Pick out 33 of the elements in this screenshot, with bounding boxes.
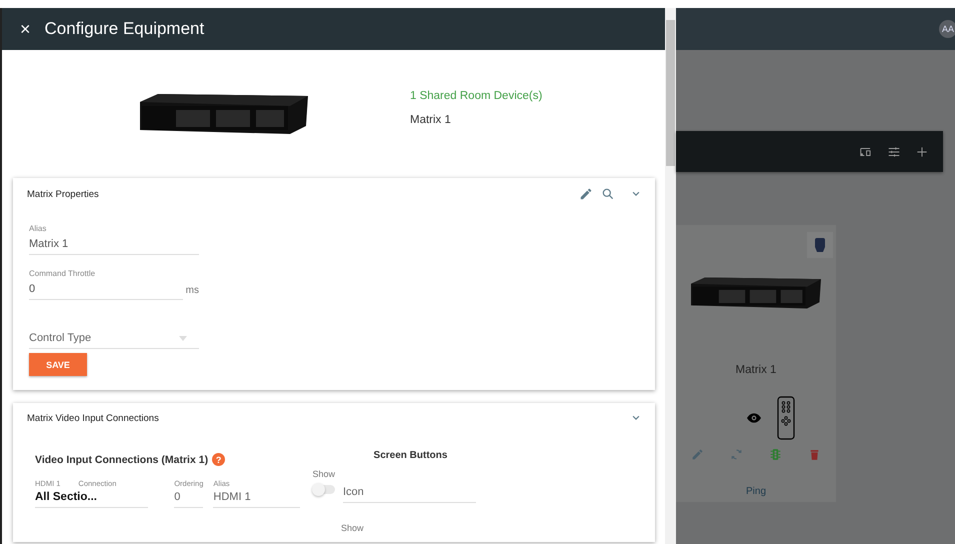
edit-icon[interactable] <box>579 187 593 201</box>
alias-field[interactable]: HDMI 1 <box>213 488 300 508</box>
section-heading: Screen Buttons <box>372 450 448 461</box>
scrollbar[interactable] <box>665 8 676 544</box>
device-name: Matrix 1 <box>410 114 452 126</box>
close-button[interactable]: × <box>20 18 31 40</box>
field-label: Alias <box>29 224 48 233</box>
unit-label: ms <box>186 285 199 298</box>
ordering-field[interactable]: 0 <box>174 488 204 508</box>
icon-field[interactable]: Icon <box>343 483 476 503</box>
device-name: Matrix 1 <box>736 364 776 376</box>
user-avatar[interactable]: AA <box>939 20 955 38</box>
dialog-title: Configure Equipment <box>44 19 204 39</box>
sliders-icon[interactable] <box>887 144 901 158</box>
help-icon[interactable]: ? <box>212 453 226 466</box>
connection-field[interactable]: All Sectio... <box>35 488 148 508</box>
dropdown-field[interactable]: Control Type <box>29 330 199 349</box>
field-label: Command Throttle <box>29 269 96 278</box>
show-toggle[interactable] <box>312 485 335 494</box>
remote-control-icon[interactable] <box>777 396 795 440</box>
search-icon[interactable] <box>601 187 615 201</box>
shared-device-count: 1 Shared Room Device(s) <box>410 90 542 102</box>
plus-icon[interactable] <box>915 144 929 158</box>
card-title: Matrix Video Input Connections <box>27 412 160 424</box>
show-label: Show <box>312 469 335 479</box>
save-button[interactable]: SAVE <box>29 353 87 376</box>
show-label: Show <box>341 523 365 535</box>
text-field[interactable]: Matrix 1 <box>29 236 199 255</box>
eye-icon[interactable] <box>747 413 761 423</box>
plug-icon[interactable] <box>815 238 825 252</box>
card-title: Matrix Properties <box>27 188 100 200</box>
section-heading: Video Input Connections (Matrix 1) <box>35 454 208 466</box>
text-field[interactable]: 0 <box>29 281 183 300</box>
